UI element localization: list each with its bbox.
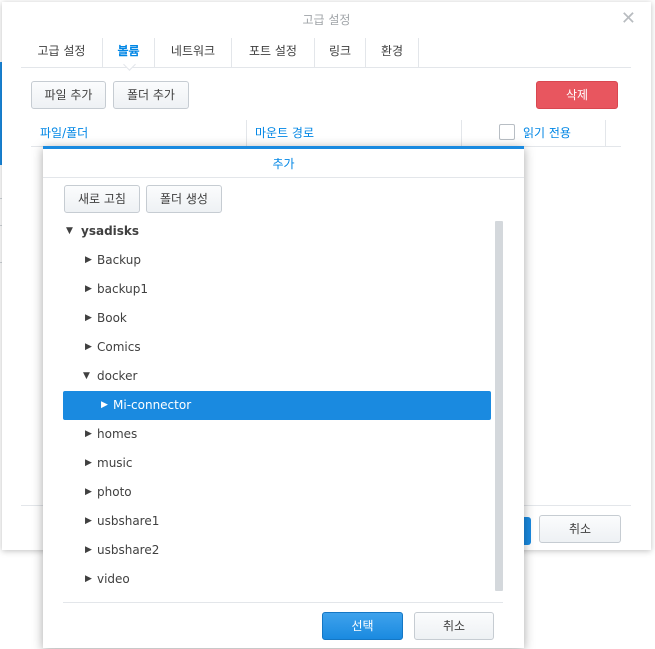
caret-right-icon[interactable]: ▶ [85, 420, 92, 449]
column-header-read-only[interactable]: 읽기 전용 [523, 120, 571, 146]
caret-right-icon[interactable]: ▶ [85, 507, 92, 536]
tab-links[interactable]: 링크 [315, 38, 366, 67]
tree-node-label: Mi-connector [113, 398, 192, 412]
tree-node-label: docker [97, 369, 138, 383]
tree-node-label: video [97, 572, 130, 586]
tab-environment[interactable]: 환경 [366, 38, 419, 67]
tree-node-label: Book [97, 311, 127, 325]
read-only-header-checkbox[interactable] [499, 124, 515, 140]
tree-node-label: music [97, 456, 133, 470]
add-dialog-title: 추가 [272, 157, 295, 171]
caret-right-icon[interactable]: ▶ [101, 391, 108, 420]
add-file-button[interactable]: 파일 추가 [31, 81, 106, 109]
tree-node-label: photo [97, 485, 132, 499]
tree-node[interactable]: ▶ usbshare1 [63, 507, 491, 536]
caret-right-icon[interactable]: ▶ [85, 449, 92, 478]
tab-advanced-settings[interactable]: 고급 설정 [21, 38, 103, 67]
add-folder-dialog: 추가 새로 고침 폴더 생성 ▼ ysadisks ▶ Backup ▶ bac… [43, 146, 524, 648]
column-header-mount-path[interactable]: 마운트 경로 [255, 120, 314, 146]
tree-node[interactable]: ▶ Book [63, 304, 491, 333]
caret-right-icon[interactable]: ▶ [85, 246, 92, 275]
add-folder-button[interactable]: 폴더 추가 [113, 81, 189, 109]
tab-port-settings[interactable]: 포트 설정 [232, 38, 315, 67]
caret-right-icon[interactable]: ▶ [85, 565, 92, 594]
column-divider [246, 120, 247, 146]
dialog-title: 고급 설정 [302, 13, 351, 27]
caret-right-icon[interactable]: ▶ [85, 333, 92, 362]
tree-node[interactable]: ▶ video [63, 565, 491, 594]
caret-right-icon[interactable]: ▶ [85, 536, 92, 565]
tree-node[interactable]: ▶ Backup [63, 246, 491, 275]
close-icon[interactable]: ✕ [621, 10, 636, 28]
caret-right-icon[interactable]: ▶ [85, 304, 92, 333]
tab-bar: 고급 설정 볼륨 네트워크 포트 설정 링크 환경 [21, 38, 631, 68]
tree-node[interactable]: ▶ photo [63, 478, 491, 507]
tree-scrollbar[interactable] [495, 221, 503, 591]
tree-node[interactable]: ▶ homes [63, 420, 491, 449]
tree-node-root[interactable]: ▼ ysadisks [63, 217, 491, 246]
tree-node-label: usbshare2 [97, 543, 160, 557]
tree-node-label: ysadisks [81, 224, 140, 238]
select-button[interactable]: 선택 [322, 612, 403, 640]
delete-button[interactable]: 삭제 [536, 81, 618, 109]
tree-node-label: Comics [97, 340, 141, 354]
caret-down-icon[interactable]: ▼ [66, 217, 73, 246]
add-dialog-cancel-button[interactable]: 취소 [414, 612, 494, 640]
tab-bar-baseline [21, 67, 631, 68]
caret-right-icon[interactable]: ▶ [85, 478, 92, 507]
volume-grid-header: 파일/폴더 마운트 경로 읽기 전용 [31, 120, 621, 147]
main-cancel-button[interactable]: 취소 [539, 515, 621, 543]
create-folder-button[interactable]: 폴더 생성 [146, 185, 222, 213]
tree-node[interactable]: ▶ backup1 [63, 275, 491, 304]
refresh-button[interactable]: 새로 고침 [64, 185, 140, 213]
caret-right-icon[interactable]: ▶ [85, 275, 92, 304]
tree-node[interactable]: ▶ music [63, 449, 491, 478]
title-divider [43, 177, 524, 178]
tree-node-selected[interactable]: ▶ Mi-connector [63, 391, 491, 420]
footer-divider [63, 602, 503, 603]
apply-button-partial[interactable] [523, 517, 531, 545]
tree-node-label: usbshare1 [97, 514, 160, 528]
tree-node[interactable]: ▶ usbshare2 [63, 536, 491, 565]
column-divider [605, 120, 606, 146]
tab-network[interactable]: 네트워크 [155, 38, 232, 67]
tab-volume[interactable]: 볼륨 [103, 38, 155, 67]
tree-node-label: backup1 [97, 282, 149, 296]
tree-node-label: Backup [97, 253, 141, 267]
column-header-file-folder[interactable]: 파일/폴더 [40, 120, 88, 146]
caret-down-icon[interactable]: ▼ [83, 362, 90, 391]
tree-node[interactable]: ▶ Comics [63, 333, 491, 362]
tree-node[interactable]: ▼ docker [63, 362, 491, 391]
column-divider [461, 120, 462, 146]
tree-node-label: homes [97, 427, 138, 441]
